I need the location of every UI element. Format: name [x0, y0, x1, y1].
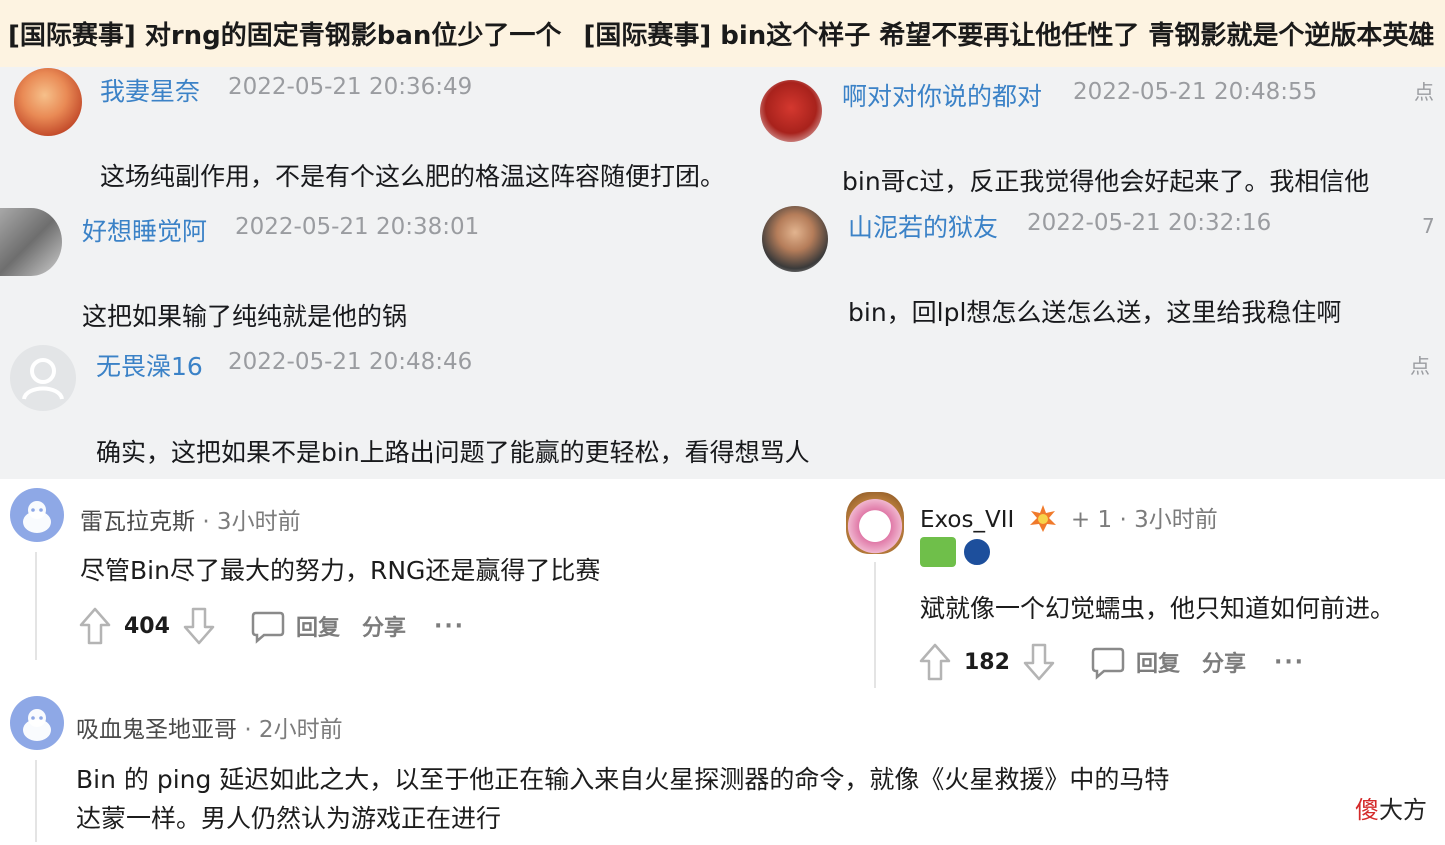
comment-text-line: Bin 的 ping 延迟如此之大，以至于他正在输入来自火星探测器的命令，就像《… — [76, 765, 1170, 794]
default-avatar-icon[interactable] — [10, 345, 76, 411]
comment-text-line: 达蒙一样。男人仍然认为游戏正在进行 — [76, 804, 502, 833]
like-label[interactable]: 7 — [1422, 214, 1435, 238]
like-label[interactable]: 点 — [1410, 350, 1430, 379]
thread-line[interactable] — [874, 562, 876, 688]
comment-timestamp: 2022-05-21 20:38:01 — [235, 214, 480, 240]
comment-text: bin哥c过，反正我觉得他会好起来了。我相信他 — [842, 167, 1370, 196]
comment-text: 尽管Bin尽了最大的努力，RNG还是赢得了比赛 — [80, 556, 601, 585]
comment-meta: · 3小时前 — [202, 509, 301, 535]
bilibili-comments-right — [752, 67, 1445, 479]
comment-timestamp: 2022-05-21 20:48:46 — [228, 349, 473, 375]
share-button[interactable]: 分享 — [1202, 646, 1246, 678]
reply-label: 回复 — [295, 616, 340, 641]
upvote-icon[interactable] — [78, 606, 112, 646]
vote-count: 404 — [124, 613, 170, 639]
user-avatar[interactable] — [14, 68, 82, 136]
comment-text: 斌就像一个幻觉蠕虫，他只知道如何前进。 — [920, 594, 1396, 623]
title-right[interactable]: [国际赛事] bin这个样子 希望不要再让他任性了 青钢影就是个逆版本英雄 — [561, 15, 1434, 52]
comment-text: 这把如果输了纯纯就是他的锅 — [82, 302, 408, 331]
watermark-red: 傻 — [1355, 796, 1379, 824]
comment-username[interactable]: 雷瓦拉克斯 · 3小时前 — [80, 502, 301, 536]
more-options-button[interactable]: ··· — [1274, 650, 1305, 675]
share-button[interactable]: 分享 — [362, 610, 406, 642]
comment-bubble-icon — [1090, 644, 1126, 680]
comment-timestamp: 2022-05-21 20:48:55 — [1073, 79, 1318, 105]
user-avatar[interactable] — [760, 80, 822, 142]
team-logo-icon — [920, 537, 956, 567]
comment-meta: + 1 · 3小时前 — [1070, 507, 1218, 533]
reddit-avatar-icon[interactable] — [10, 488, 64, 542]
reply-button[interactable]: 回复 — [1090, 644, 1180, 680]
comment-timestamp: 2022-05-21 20:36:49 — [228, 74, 473, 100]
thread-line[interactable] — [35, 552, 37, 660]
bilibili-comments-left — [0, 67, 752, 479]
user-avatar[interactable] — [762, 206, 828, 272]
comment-username[interactable]: 我妻星奈 — [100, 72, 200, 108]
comment-username[interactable]: 啊对对你说的都对 — [842, 77, 1042, 113]
user-flair — [920, 537, 992, 567]
comment-bubble-icon — [250, 608, 286, 644]
like-label[interactable]: 点 — [1414, 76, 1434, 105]
reply-button[interactable]: 回复 — [250, 608, 340, 644]
thread-line[interactable] — [35, 760, 37, 842]
upvote-icon[interactable] — [918, 642, 952, 682]
reddit-avatar-icon[interactable] — [846, 492, 904, 554]
user-avatar[interactable] — [0, 208, 62, 276]
downvote-icon[interactable] — [182, 606, 216, 646]
comment-timestamp: 2022-05-21 20:32:16 — [1027, 210, 1272, 236]
username-text[interactable]: Exos_VII — [920, 507, 1014, 533]
comment-text: bin，回lpl想怎么送怎么送，这里给我稳住啊 — [848, 298, 1342, 327]
watermark-black: 大方 — [1379, 796, 1427, 824]
comment-username[interactable]: 吸血鬼圣地亚哥 · 2小时前 — [76, 710, 343, 744]
comment-username[interactable]: 好想睡觉阿 — [82, 212, 207, 248]
username-text[interactable]: 雷瓦拉克斯 — [80, 509, 195, 535]
comment-meta: · 2小时前 — [244, 717, 343, 743]
comment-actions: 182 回复 分享 ··· — [918, 642, 1305, 682]
username-text[interactable]: 吸血鬼圣地亚哥 — [76, 717, 237, 743]
schalke-logo-icon — [962, 537, 992, 567]
downvote-icon[interactable] — [1022, 642, 1056, 682]
comment-actions: 404 回复 分享 ··· — [78, 606, 465, 646]
comment-text: 这场纯副作用，不是有个这么肥的格温这阵容随便打团。 — [100, 162, 726, 191]
comment-username[interactable]: Exos_VII + 1 · 3小时前 — [920, 500, 1218, 539]
vote-count: 182 — [964, 649, 1010, 675]
watermark: 傻大方 — [1355, 790, 1427, 825]
comment-text: 确实，这把如果不是bin上路出问题了能赢的更轻松，看得想骂人 — [96, 438, 810, 467]
reddit-avatar-icon[interactable] — [10, 696, 64, 750]
reply-label: 回复 — [1135, 652, 1180, 677]
comment-username[interactable]: 山泥若的狱友 — [848, 208, 998, 244]
screenshot-collage: [国际赛事] 对rng的固定青钢影ban位少了一个 [国际赛事] bin这个样子… — [0, 0, 1445, 845]
comment-username[interactable]: 无畏澡16 — [96, 347, 203, 383]
more-options-button[interactable]: ··· — [434, 614, 465, 639]
title-left[interactable]: [国际赛事] 对rng的固定青钢影ban位少了一个 — [0, 15, 561, 52]
flair-icon — [1028, 503, 1058, 539]
title-bar: [国际赛事] 对rng的固定青钢影ban位少了一个 [国际赛事] bin这个样子… — [0, 0, 1445, 67]
